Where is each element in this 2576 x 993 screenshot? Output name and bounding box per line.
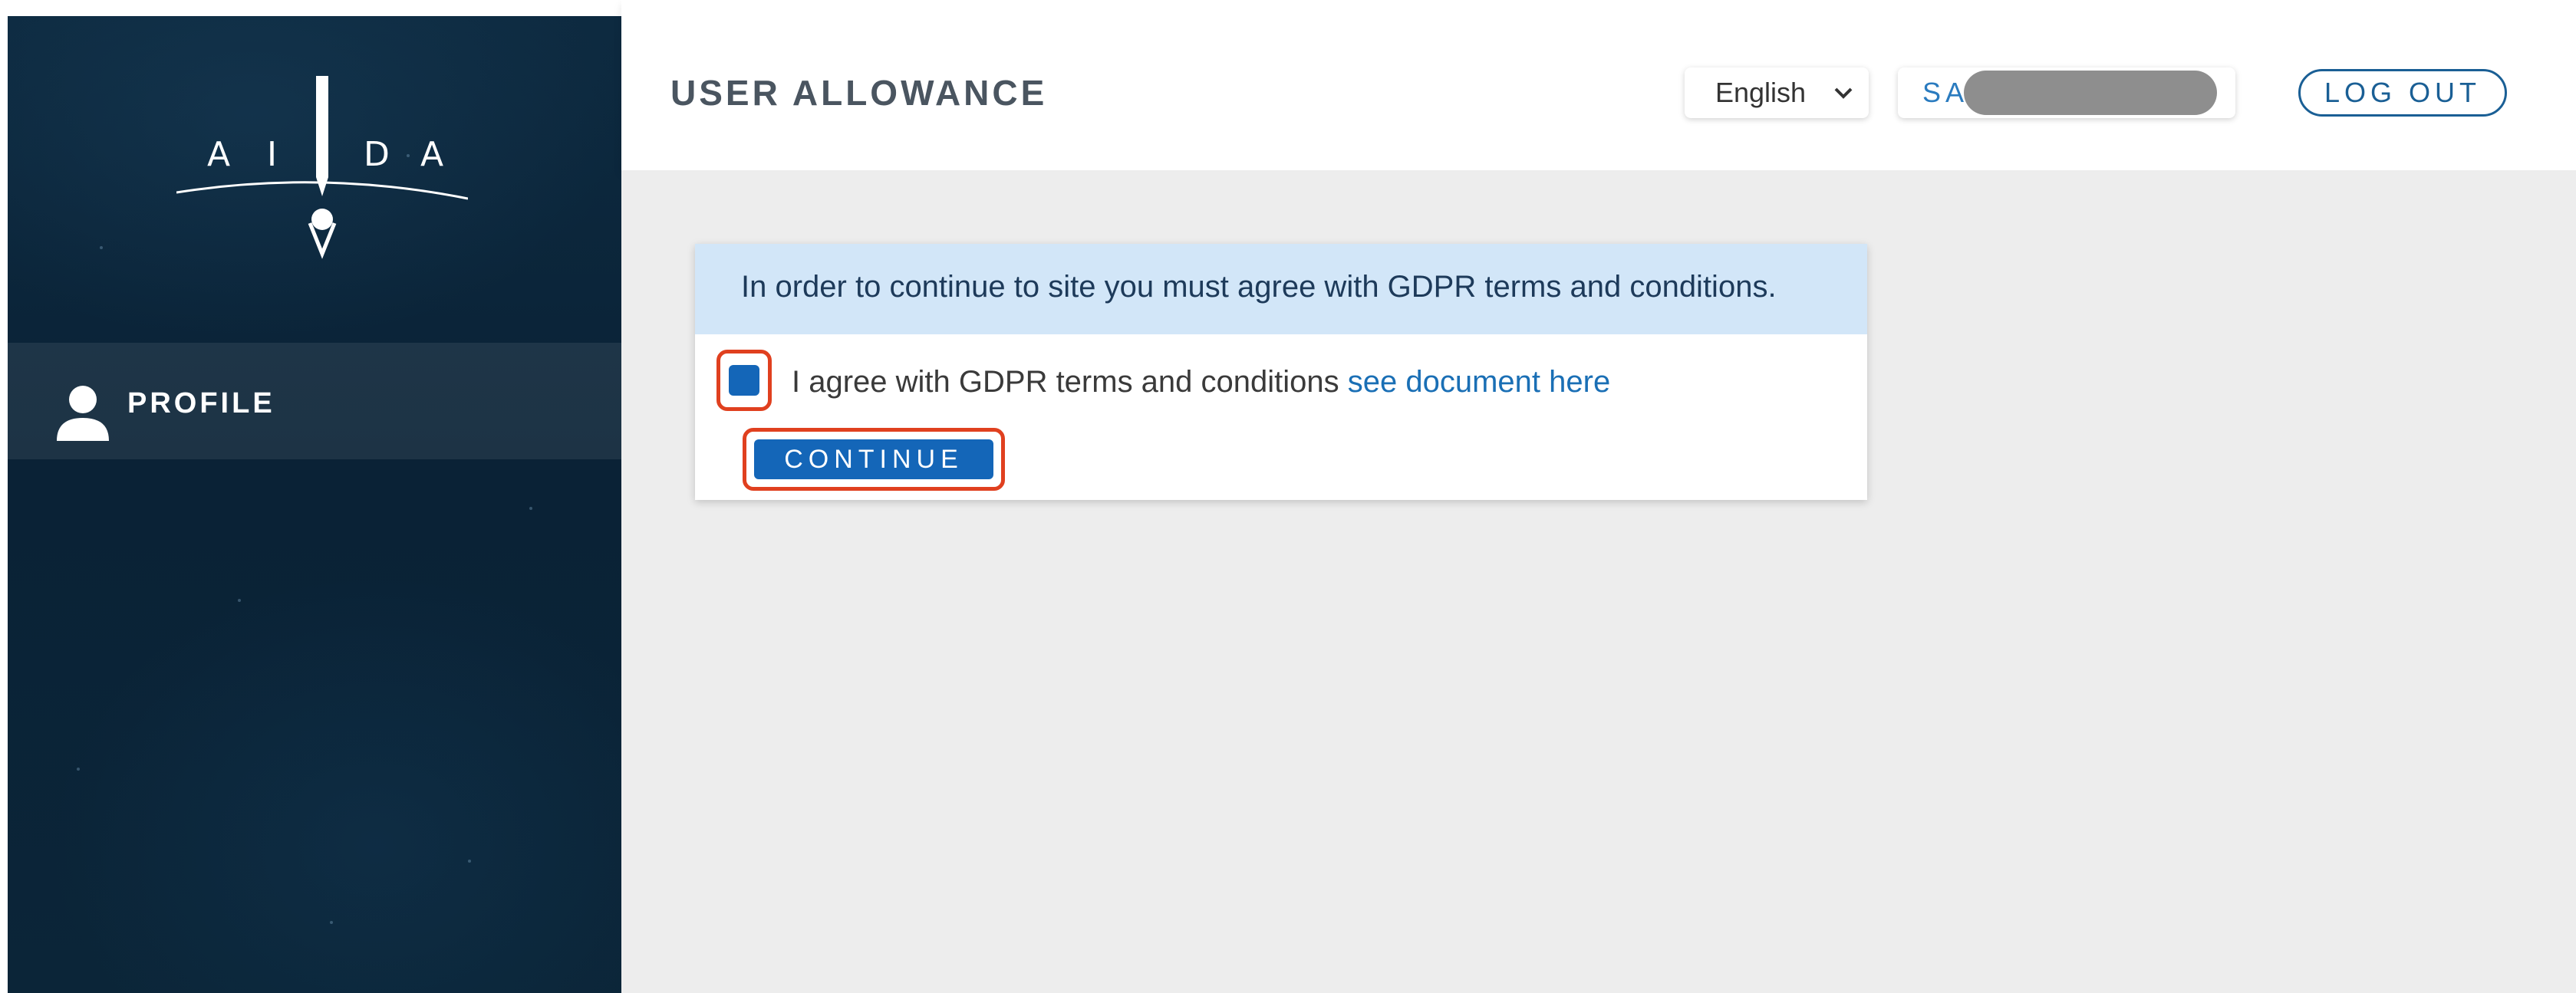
continue-highlight: CONTINUE [743,428,1005,491]
gdpr-agree-checkbox[interactable] [729,365,759,396]
agree-text: I agree with GDPR terms and conditions [792,365,1348,399]
background-speck [330,921,333,924]
gdpr-card: In order to continue to site you must ag… [695,244,1867,500]
logo-letter: A [420,135,443,174]
background-speck [468,860,471,863]
language-selected: English [1715,77,1807,108]
aida-logo: A I D A [176,76,468,259]
redacted-overlay [1964,71,2217,115]
user-icon [57,386,109,441]
logo-letter: I [267,135,277,174]
gdpr-notice: In order to continue to site you must ag… [695,244,1867,334]
background-speck [238,599,241,602]
background-speck [529,507,532,510]
logo-letter: D [364,135,390,174]
background-speck [100,246,103,249]
sidebar: A I D A PROFILE [8,16,621,993]
main-content: In order to continue to site you must ag… [621,170,2576,993]
gdpr-notice-text: In order to continue to site you must ag… [741,270,1777,304]
sidebar-item-profile[interactable]: PROFILE [8,343,621,459]
top-header: USER ALLOWANCE English SA LOG OUT [621,0,2576,170]
background-speck [77,768,80,771]
language-select[interactable]: English [1685,67,1869,118]
agree-label: I agree with GDPR terms and conditions s… [792,365,1610,400]
sidebar-item-label: PROFILE [127,387,275,419]
see-document-link[interactable]: see document here [1348,365,1610,399]
chevron-down-icon [1834,87,1853,99]
page-title: USER ALLOWANCE [670,73,1048,113]
logout-button[interactable]: LOG OUT [2298,69,2507,117]
agree-row: I agree with GDPR terms and conditions s… [716,350,1790,411]
user-name: SA [1922,77,1969,108]
logo-letter: A [207,135,230,174]
continue-button[interactable]: CONTINUE [754,439,993,479]
